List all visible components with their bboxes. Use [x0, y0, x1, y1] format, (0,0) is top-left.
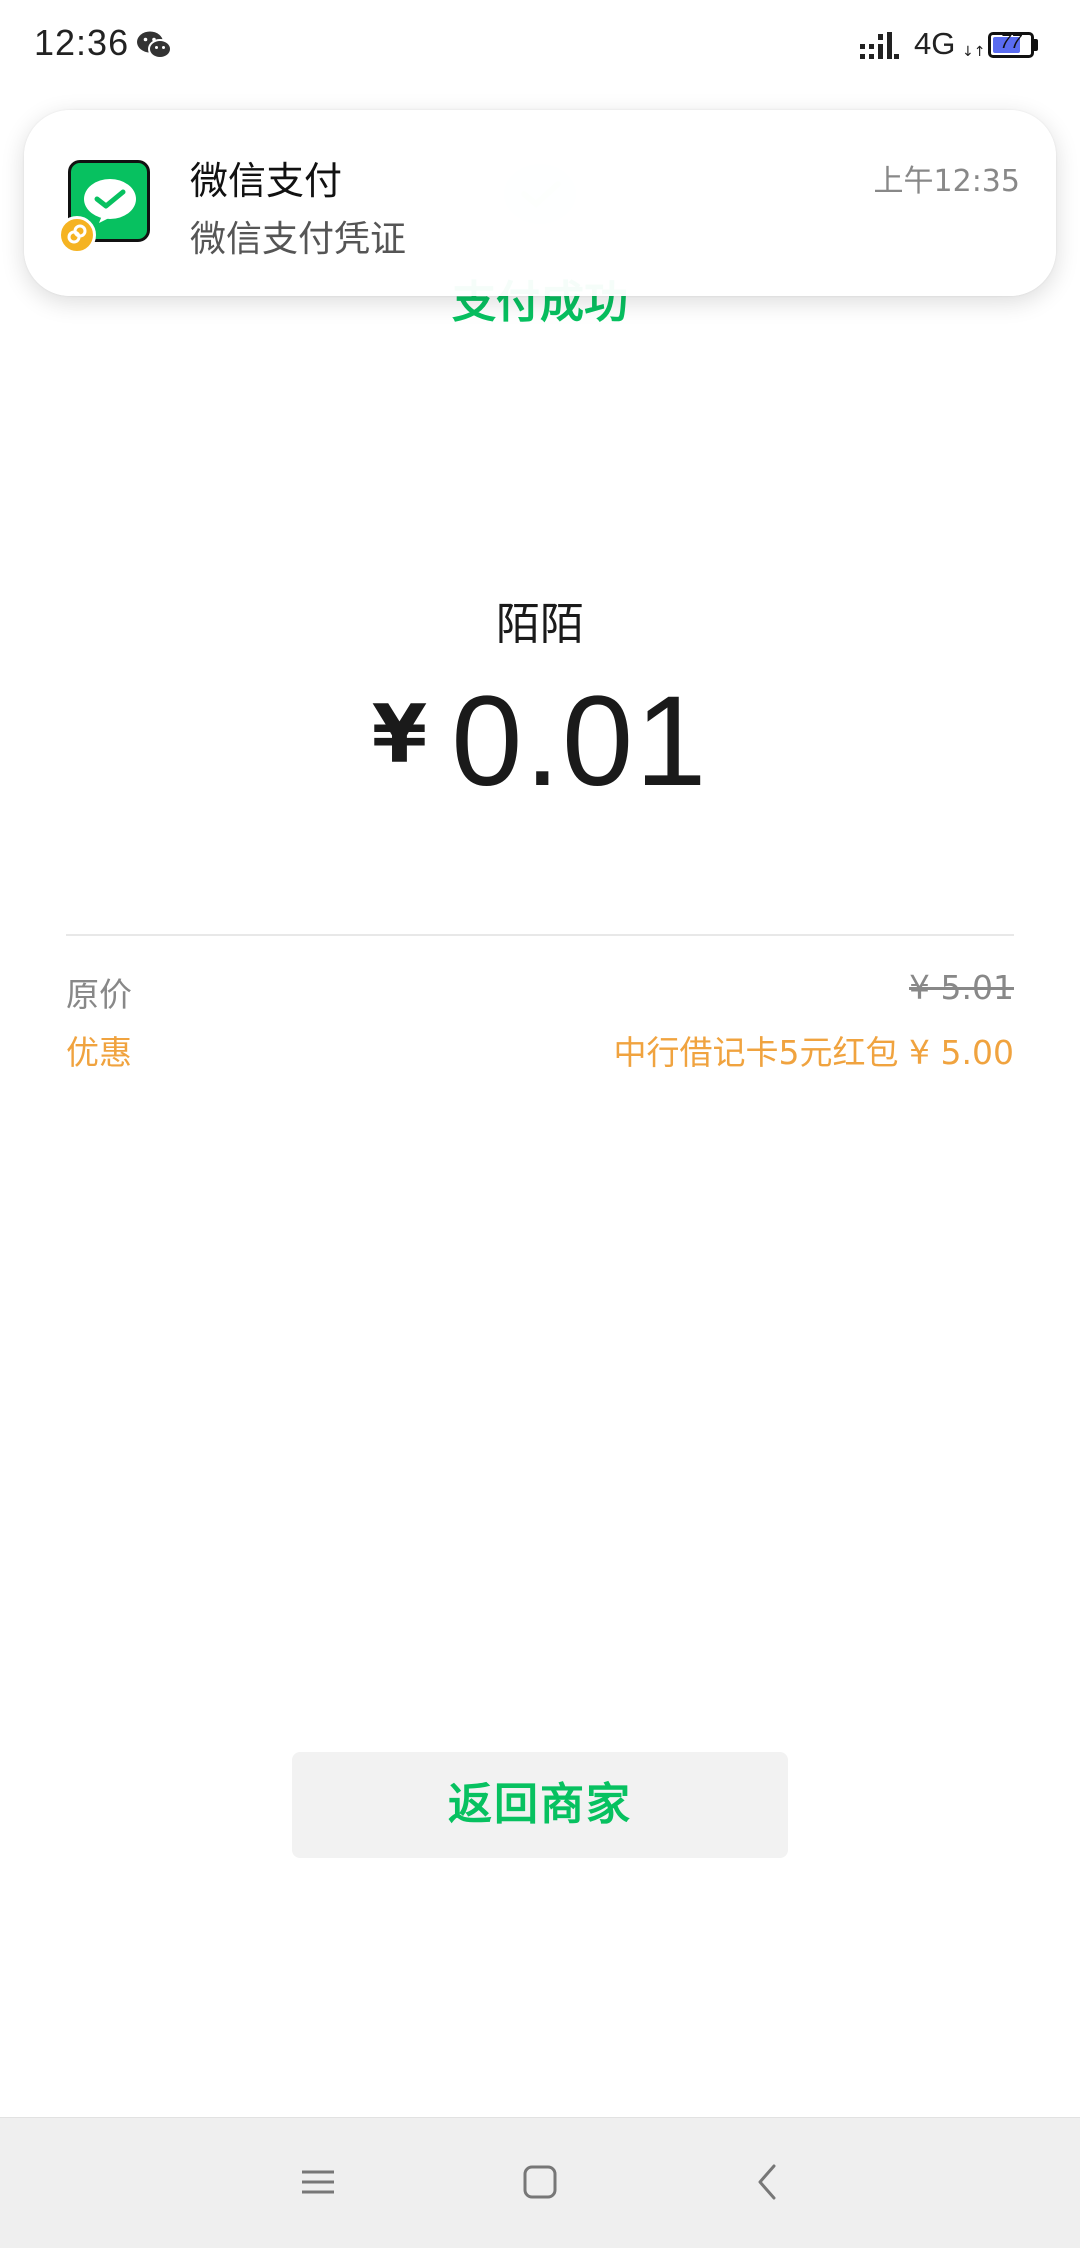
navigation-bar	[0, 2117, 1080, 2248]
discount-value: 中行借记卡5元红包 ¥ 5.00	[613, 1033, 1014, 1072]
wechat-pay-notification[interactable]: 微信支付 微信支付凭证 上午12:35	[24, 110, 1056, 296]
payment-success-screen: 12:36 4G ↓↑ 77 支付成功 微信支付 微信支付凭证 上午12:35 …	[0, 0, 1080, 2248]
data-activity-icon: ↓↑	[962, 44, 986, 60]
return-to-merchant-button[interactable]: 返回商家	[292, 1752, 788, 1858]
notification-title: 微信支付	[190, 159, 343, 203]
link-badge-icon	[58, 216, 96, 254]
battery-cap	[1034, 39, 1038, 51]
payment-amount: ¥0.01	[0, 668, 1080, 815]
network-label: 4G	[914, 26, 956, 61]
amount-value: 0.01	[451, 670, 709, 813]
menu-icon[interactable]	[288, 2152, 348, 2212]
divider	[66, 934, 1014, 936]
original-price-label: 原价	[66, 975, 132, 1014]
home-icon[interactable]	[510, 2152, 570, 2212]
notification-time: 上午12:35	[873, 164, 1020, 199]
original-price-value: ¥ 5.01	[909, 968, 1014, 1007]
original-price-row: 原价 ¥ 5.01	[66, 968, 1014, 1018]
signal-icon	[860, 32, 899, 59]
wechat-icon	[137, 31, 172, 59]
merchant-name: 陌陌	[496, 599, 584, 650]
currency-symbol: ¥	[371, 688, 428, 781]
status-bar: 12:36 4G ↓↑ 77	[0, 0, 1080, 96]
battery-icon: 77	[988, 32, 1034, 58]
discount-row: 优惠 中行借记卡5元红包 ¥ 5.00	[66, 1026, 1014, 1076]
discount-label: 优惠	[66, 1033, 132, 1072]
status-time: 12:36	[34, 22, 130, 63]
battery-level: 77	[1000, 32, 1022, 53]
notification-body: 微信支付凭证	[190, 219, 407, 260]
back-icon[interactable]	[738, 2152, 798, 2212]
